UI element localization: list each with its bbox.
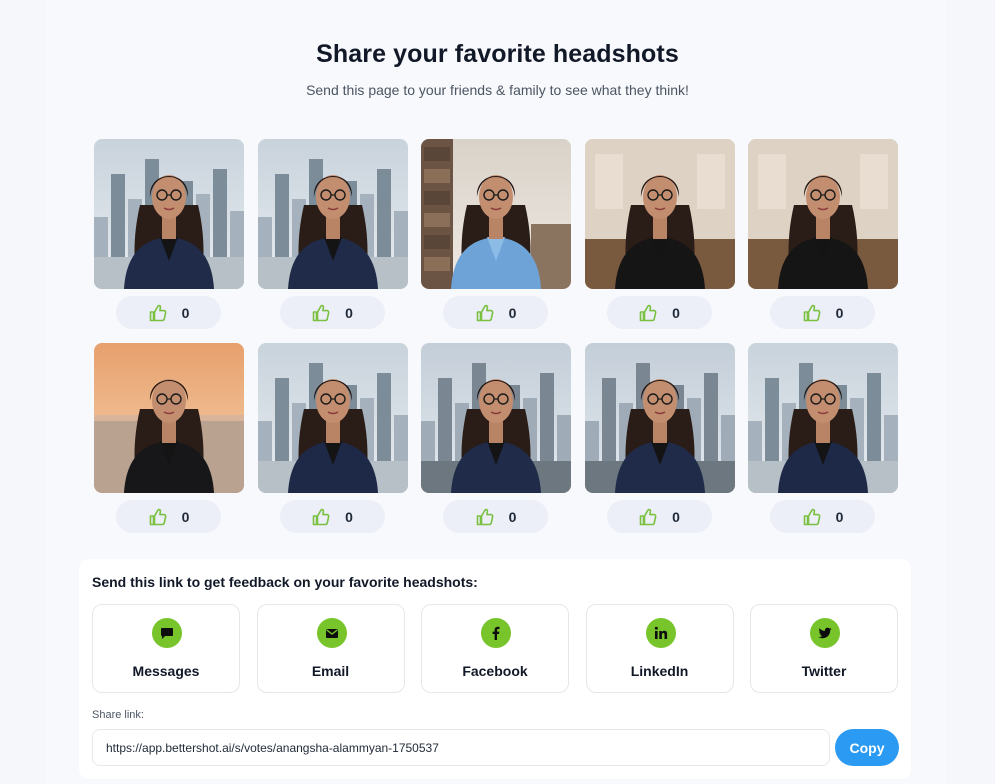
thumbs-up-icon [148, 303, 168, 323]
headshot-grid: 0 0 0 0 0 0 0 0 0 0 [94, 139, 898, 535]
headshot-card: 0 [94, 139, 244, 331]
page-title: Share your favorite headshots [316, 40, 679, 68]
headshot-photo[interactable] [421, 139, 571, 289]
headshot-photo[interactable] [94, 139, 244, 289]
share-link-input[interactable] [92, 729, 830, 766]
headshot-photo[interactable] [748, 139, 898, 289]
share-linkedin-button[interactable]: LinkedIn [585, 604, 734, 693]
like-count: 0 [835, 304, 844, 321]
like-button[interactable]: 0 [606, 296, 712, 329]
like-button[interactable]: 0 [116, 500, 221, 533]
share-twitter-button[interactable]: Twitter [750, 604, 898, 693]
share-linkedin-label: LinkedIn [630, 663, 689, 679]
share-panel: Send this link to get feedback on your f… [79, 559, 911, 779]
headshot-card: 0 [421, 343, 571, 535]
copy-button[interactable]: Copy [835, 729, 899, 766]
headshot-card: 0 [748, 343, 898, 535]
email-icon [316, 618, 347, 648]
like-button[interactable]: 0 [279, 500, 385, 533]
share-email-button[interactable]: Email [256, 604, 405, 693]
headshot-card: 0 [748, 139, 898, 331]
headshot-card: 0 [584, 343, 735, 535]
headshot-photo[interactable] [257, 139, 408, 289]
share-messages-button[interactable]: Messages [92, 604, 240, 693]
like-count: 0 [672, 508, 680, 525]
share-facebook-label: Facebook [462, 663, 528, 679]
thumbs-up-icon [148, 507, 168, 527]
share-email-label: Email [311, 663, 350, 679]
thumbs-up-icon [475, 303, 495, 323]
headshot-card: 0 [94, 343, 244, 535]
headshot-photo[interactable] [584, 139, 735, 289]
like-count: 0 [345, 508, 353, 525]
share-link-label: Share link: [92, 709, 144, 721]
share-options: Messages Email Facebook LinkedIn Twitter [92, 604, 898, 693]
share-messages-label: Messages [132, 663, 200, 679]
headshot-card: 0 [257, 139, 408, 331]
share-twitter-label: Twitter [801, 663, 847, 679]
headshot-card: 0 [421, 139, 571, 331]
like-button[interactable]: 0 [279, 296, 385, 329]
like-count: 0 [508, 508, 517, 525]
thumbs-up-icon [638, 303, 658, 323]
share-facebook-button[interactable]: Facebook [421, 604, 569, 693]
like-button[interactable]: 0 [770, 500, 875, 533]
like-count: 0 [672, 304, 680, 321]
like-button[interactable]: 0 [443, 296, 548, 329]
share-heading: Send this link to get feedback on your f… [92, 574, 478, 590]
headshot-photo[interactable] [584, 343, 735, 493]
twitter-icon [810, 618, 840, 648]
thumbs-up-icon [638, 507, 658, 527]
thumbs-up-icon [475, 507, 495, 527]
headshot-photo[interactable] [94, 343, 244, 493]
thumbs-up-icon [311, 303, 331, 323]
like-button[interactable]: 0 [116, 296, 221, 329]
thumbs-up-icon [802, 303, 822, 323]
like-count: 0 [345, 304, 353, 321]
like-button[interactable]: 0 [770, 296, 875, 329]
page-subtitle: Send this page to your friends & family … [306, 82, 689, 98]
like-button[interactable]: 0 [443, 500, 548, 533]
like-count: 0 [181, 304, 190, 321]
headshot-card: 0 [584, 139, 735, 331]
like-count: 0 [508, 304, 517, 321]
facebook-icon [481, 618, 511, 648]
headshot-photo[interactable] [748, 343, 898, 493]
thumbs-up-icon [802, 507, 822, 527]
like-button[interactable]: 0 [606, 500, 712, 533]
chat-icon [152, 618, 182, 648]
headshot-photo[interactable] [257, 343, 408, 493]
thumbs-up-icon [311, 507, 331, 527]
like-count: 0 [835, 508, 844, 525]
like-count: 0 [181, 508, 190, 525]
headshot-photo[interactable] [421, 343, 571, 493]
headshot-card: 0 [257, 343, 408, 535]
linkedin-icon [645, 618, 676, 648]
